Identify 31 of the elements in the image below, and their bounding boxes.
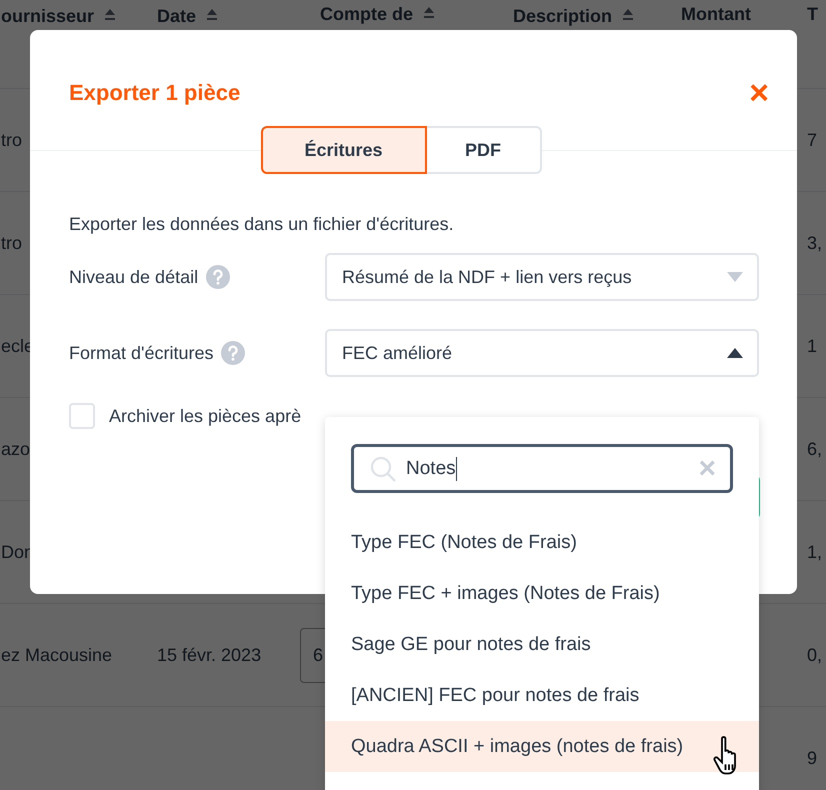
- table-cell: ez Macousine: [1, 644, 112, 666]
- dropdown-option[interactable]: [ANCIEN] FEC pour notes de frais: [325, 670, 759, 721]
- table-cell: 1,: [807, 542, 822, 562]
- intro-text: Exporter les données dans un fichier d'écritures.: [69, 214, 455, 235]
- checkbox[interactable]: [69, 403, 95, 429]
- help-icon[interactable]: [221, 341, 246, 365]
- search-icon: [370, 456, 396, 482]
- table-cell: 6,: [807, 438, 822, 460]
- table-cell: 0,: [807, 644, 822, 666]
- field-label: Format d'écritures: [69, 342, 214, 364]
- checkbox-label: Archiver les pièces aprè: [109, 406, 302, 426]
- table-cell: azo: [1, 438, 30, 460]
- table-cell: tro: [1, 130, 22, 150]
- dropdown-option[interactable]: Type FEC (Notes de Frais): [325, 517, 759, 568]
- table-cell: tro: [1, 232, 22, 254]
- table-cell: 1: [807, 336, 818, 356]
- table-cell: 15 févr. 2023: [157, 644, 262, 666]
- table-cell: 3,: [807, 232, 822, 254]
- dropdown-option[interactable]: Sage GE pour notes de frais: [325, 619, 759, 670]
- field-label: Niveau de détail: [69, 266, 198, 288]
- search-field[interactable]: Notes ×: [351, 444, 733, 493]
- dropdown-option[interactable]: Type FEC + images (Notes de Frais): [325, 568, 759, 619]
- dialog-title: Exporter 1 pièce: [69, 80, 240, 106]
- tab[interactable]: PDF: [426, 126, 542, 174]
- select-field[interactable]: FEC amélioré: [325, 329, 759, 377]
- dropdown-option[interactable]: Quadra ASCII + images (notes de frais): [325, 721, 759, 772]
- tab[interactable]: Écritures: [260, 126, 426, 174]
- select-field[interactable]: Résumé de la NDF + lien vers reçus: [325, 253, 759, 301]
- table-cell: 9: [807, 748, 818, 768]
- help-icon[interactable]: [206, 265, 230, 289]
- table-cell: 7: [807, 130, 818, 150]
